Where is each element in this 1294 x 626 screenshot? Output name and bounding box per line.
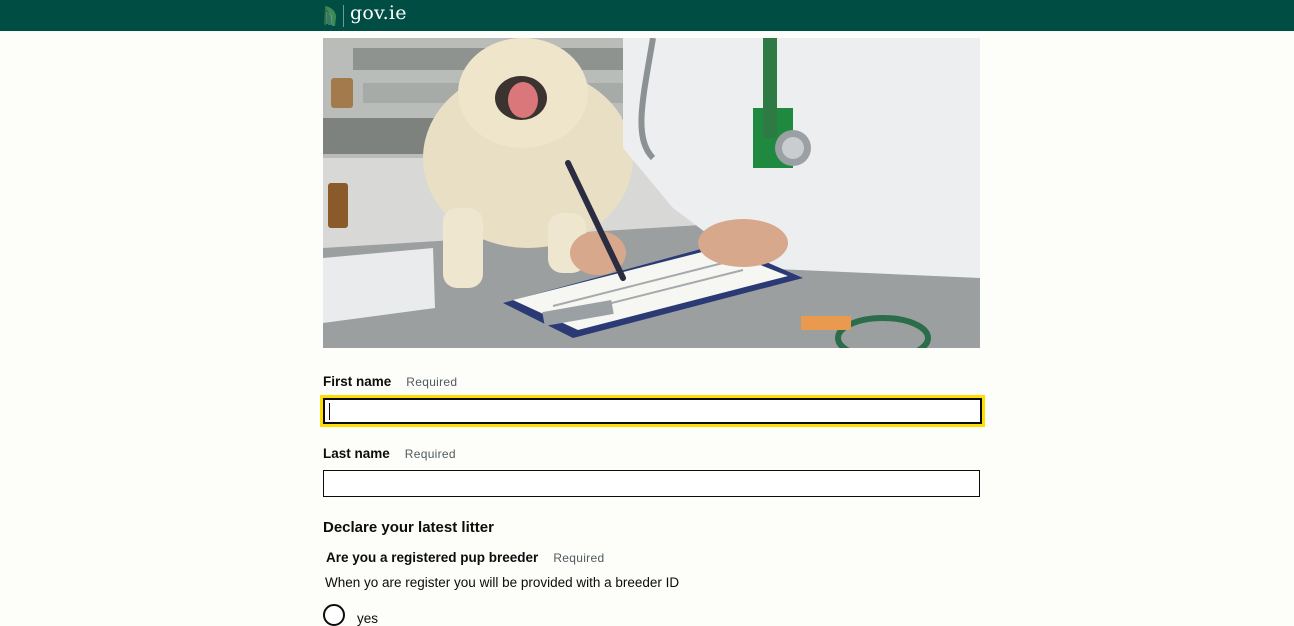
breeder-hint: When yo are register you will be provide… xyxy=(325,575,680,590)
section-heading: Declare your latest litter xyxy=(323,519,494,536)
brand-text: gov.ie xyxy=(350,2,407,24)
first-name-label: First name xyxy=(323,374,392,389)
last-name-input[interactable] xyxy=(323,470,980,497)
breeder-question-label-row: Are you a registered pup breeder Require… xyxy=(326,550,604,568)
text-caret xyxy=(329,403,330,420)
last-name-label: Last name xyxy=(323,446,390,461)
radio-label-yes: yes xyxy=(357,610,379,626)
harp-icon xyxy=(324,5,336,26)
required-tag: Required xyxy=(406,375,458,389)
first-name-input[interactable] xyxy=(320,395,985,427)
required-tag: Required xyxy=(404,447,456,461)
main-content: First name Required Last name Required D… xyxy=(320,38,985,626)
hero-image xyxy=(323,38,980,348)
brand-divider xyxy=(343,4,344,27)
required-tag: Required xyxy=(553,551,605,565)
last-name-label-row: Last name Required xyxy=(323,446,456,464)
site-header: gov.ie xyxy=(0,0,1294,31)
first-name-label-row: First name Required xyxy=(323,374,457,392)
radio-option-yes[interactable]: yes xyxy=(323,604,378,626)
radio-button[interactable] xyxy=(323,604,345,626)
breeder-question-label: Are you a registered pup breeder xyxy=(326,550,539,565)
govie-home-link[interactable]: gov.ie xyxy=(322,0,407,31)
